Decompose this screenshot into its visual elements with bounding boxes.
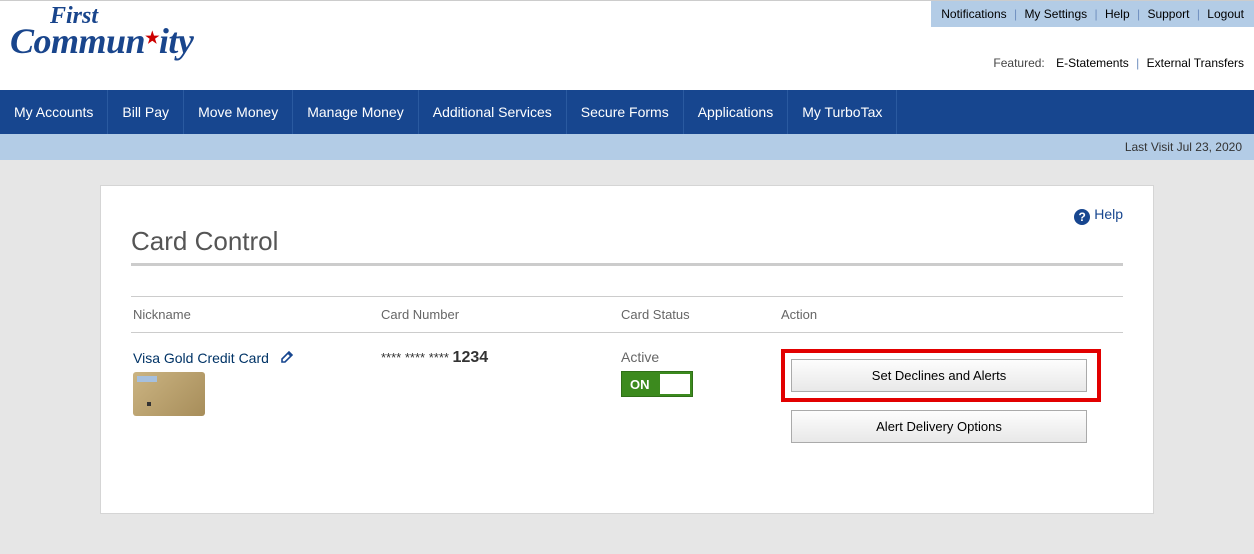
help-link-top[interactable]: Help xyxy=(1105,7,1130,21)
separator: | xyxy=(1132,56,1143,70)
last-visit-bar: Last Visit Jul 23, 2020 xyxy=(0,134,1254,160)
cell-nickname: Visa Gold Credit Card xyxy=(131,349,381,416)
card-masked-prefix: **** **** **** xyxy=(381,350,453,365)
card-status-toggle[interactable]: ON xyxy=(621,371,693,397)
table-header-row: Nickname Card Number Card Status Action xyxy=(131,296,1123,333)
nav-secure-forms[interactable]: Secure Forms xyxy=(567,90,684,134)
cell-card-number: **** **** **** 1234 xyxy=(381,349,621,367)
panel-help-label: Help xyxy=(1094,206,1123,222)
logout-link[interactable]: Logout xyxy=(1207,7,1244,21)
brand-logo: First Commun★ity xyxy=(10,6,193,57)
nav-manage-money[interactable]: Manage Money xyxy=(293,90,419,134)
help-icon: ? xyxy=(1074,209,1090,225)
card-control-panel: ?Help Card Control Nickname Card Number … xyxy=(100,185,1154,514)
featured-external-transfers-link[interactable]: External Transfers xyxy=(1147,56,1244,70)
featured-label: Featured: xyxy=(993,56,1044,70)
separator: | xyxy=(1133,7,1144,21)
cell-card-status: Active ON xyxy=(621,349,781,397)
my-settings-link[interactable]: My Settings xyxy=(1024,7,1087,21)
edit-nickname-icon[interactable] xyxy=(273,351,295,366)
top-header: First Commun★ity Notifications | My Sett… xyxy=(0,0,1254,90)
separator: | xyxy=(1193,7,1204,21)
featured-bar: Featured: E-Statements | External Transf… xyxy=(993,56,1244,70)
featured-estatements-link[interactable]: E-Statements xyxy=(1056,56,1129,70)
nav-additional-services[interactable]: Additional Services xyxy=(419,90,567,134)
title-rule xyxy=(131,263,1123,266)
table-row: Visa Gold Credit Card **** **** **** 123… xyxy=(131,333,1123,453)
col-header-action: Action xyxy=(781,307,1123,322)
toggle-knob xyxy=(660,374,690,394)
toggle-label: ON xyxy=(630,377,650,392)
card-last4: 1234 xyxy=(453,349,489,366)
separator: | xyxy=(1010,7,1021,21)
main-nav: My Accounts Bill Pay Move Money Manage M… xyxy=(0,90,1254,134)
cell-action: Set Declines and Alerts Alert Delivery O… xyxy=(781,349,1123,443)
support-link[interactable]: Support xyxy=(1147,7,1189,21)
set-declines-and-alerts-button[interactable]: Set Declines and Alerts xyxy=(791,359,1087,392)
utility-nav: Notifications | My Settings | Help | Sup… xyxy=(931,1,1254,27)
card-thumbnail xyxy=(133,372,205,416)
nav-applications[interactable]: Applications xyxy=(684,90,789,134)
card-status-text: Active xyxy=(621,349,781,365)
nav-bill-pay[interactable]: Bill Pay xyxy=(108,90,184,134)
nav-my-turbotax[interactable]: My TurboTax xyxy=(788,90,897,134)
page-title: Card Control xyxy=(131,226,1123,257)
panel-help-link[interactable]: ?Help xyxy=(1074,206,1123,225)
nav-my-accounts[interactable]: My Accounts xyxy=(0,90,108,134)
content-area: ?Help Card Control Nickname Card Number … xyxy=(0,160,1254,554)
last-visit-text: Last Visit Jul 23, 2020 xyxy=(1125,140,1242,154)
col-header-card-status: Card Status xyxy=(621,307,781,322)
highlight-set-declines: Set Declines and Alerts xyxy=(781,349,1101,402)
card-nickname: Visa Gold Credit Card xyxy=(133,350,269,366)
col-header-card-number: Card Number xyxy=(381,307,621,322)
col-header-nickname: Nickname xyxy=(131,307,381,322)
separator: | xyxy=(1090,7,1101,21)
notifications-link[interactable]: Notifications xyxy=(941,7,1006,21)
nav-move-money[interactable]: Move Money xyxy=(184,90,293,134)
alert-delivery-options-button[interactable]: Alert Delivery Options xyxy=(791,410,1087,443)
